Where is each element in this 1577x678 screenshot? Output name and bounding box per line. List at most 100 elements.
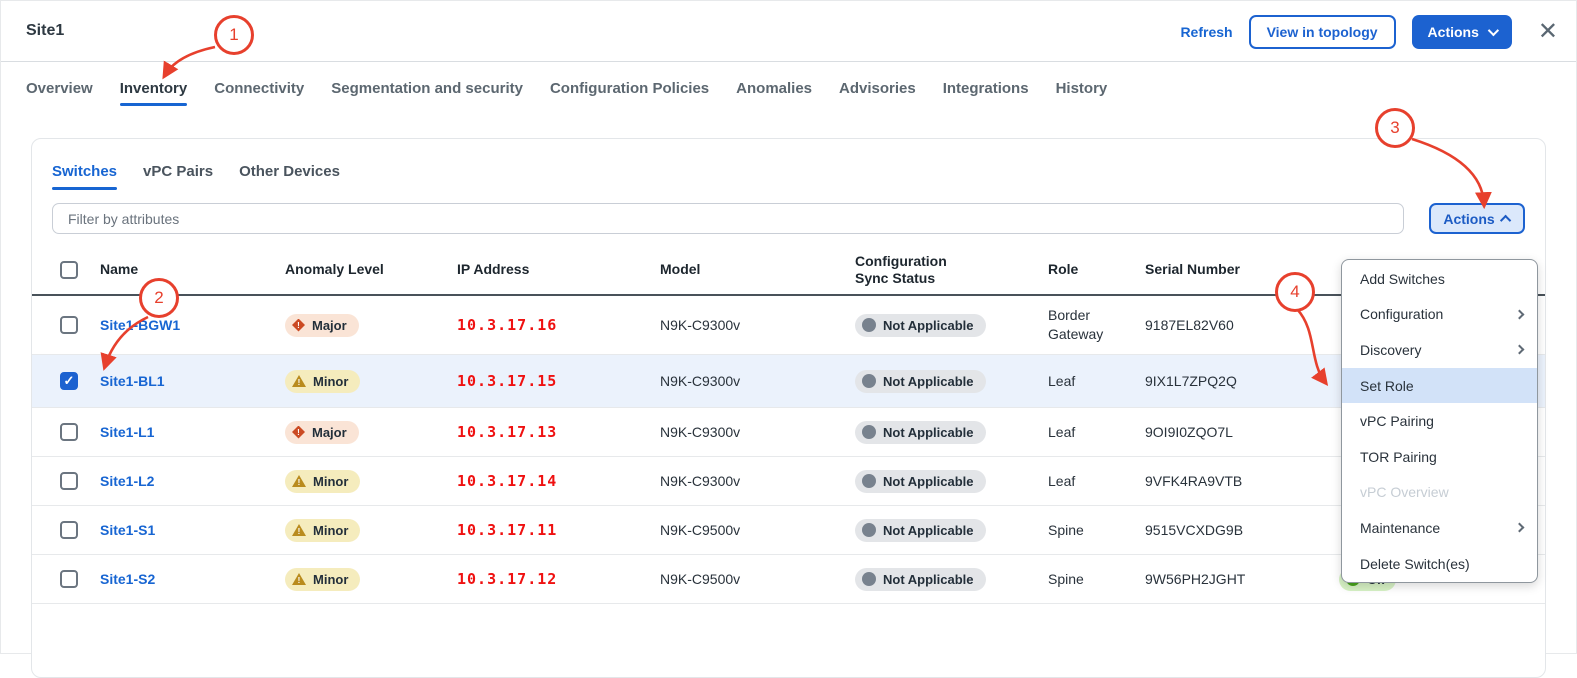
subtab-bar: Switches vPC Pairs Other Devices — [32, 139, 1545, 190]
refresh-link[interactable]: Refresh — [1180, 24, 1232, 40]
table-row[interactable]: Site1-BGW1 !Major 10.3.17.16 N9K-C9300v … — [32, 296, 1545, 355]
row-checkbox[interactable] — [60, 423, 78, 441]
view-in-topology-button[interactable]: View in topology — [1249, 15, 1396, 49]
tab-inventory[interactable]: Inventory — [120, 66, 188, 111]
table-toolbar: Actions — [52, 203, 1525, 234]
column-header-config-sync-status[interactable]: Configuration Sync Status — [855, 253, 995, 288]
role: Border Gateway — [1048, 306, 1145, 344]
gray-dot-icon — [862, 523, 876, 537]
role: Leaf — [1048, 472, 1145, 491]
tab-advisories[interactable]: Advisories — [839, 66, 916, 111]
sync-status-badge: Not Applicable — [855, 470, 986, 493]
column-header-anomaly-level[interactable]: Anomaly Level — [285, 261, 457, 279]
sync-status-badge: Not Applicable — [855, 370, 986, 393]
major-anomaly-icon: ! — [292, 426, 305, 439]
column-header-name[interactable]: Name — [100, 261, 285, 279]
major-anomaly-icon: ! — [292, 319, 305, 332]
role: Leaf — [1048, 423, 1145, 442]
callout-circle-3: 3 — [1375, 108, 1415, 148]
minor-anomaly-icon: ! — [292, 375, 306, 388]
switch-name-link[interactable]: Site1-S2 — [100, 571, 285, 587]
switch-name-link[interactable]: Site1-S1 — [100, 522, 285, 538]
gray-dot-icon — [862, 318, 876, 332]
model: N9K-C9300v — [660, 473, 855, 489]
tab-configuration-policies[interactable]: Configuration Policies — [550, 66, 709, 111]
submenu-chevron-icon — [1515, 523, 1525, 533]
model: N9K-C9500v — [660, 522, 855, 538]
subtab-other-devices[interactable]: Other Devices — [239, 163, 340, 190]
close-icon[interactable]: ✕ — [1538, 17, 1558, 46]
switch-name-link[interactable]: Site1-L1 — [100, 424, 285, 440]
menu-item-tor-pairing[interactable]: TOR Pairing — [1342, 439, 1537, 475]
table-row[interactable]: Site1-L2 !Minor 10.3.17.14 N9K-C9300v No… — [32, 457, 1545, 506]
table-actions-label: Actions — [1443, 211, 1494, 227]
model: N9K-C9300v — [660, 424, 855, 440]
gray-dot-icon — [862, 374, 876, 388]
callout-circle-4: 4 — [1275, 272, 1315, 312]
submenu-chevron-icon — [1515, 309, 1525, 319]
row-checkbox[interactable] — [60, 521, 78, 539]
column-header-serial-number[interactable]: Serial Number — [1145, 261, 1339, 279]
switch-name-link[interactable]: Site1-L2 — [100, 473, 285, 489]
table-row[interactable]: Site1-S2 !Minor 10.3.17.12 N9K-C9500v No… — [32, 555, 1545, 604]
column-header-role[interactable]: Role — [1048, 261, 1145, 279]
subtab-vpc-pairs[interactable]: vPC Pairs — [143, 163, 213, 190]
gray-dot-icon — [862, 474, 876, 488]
menu-item-configuration[interactable]: Configuration — [1342, 297, 1537, 333]
ip-address: 10.3.17.13 — [457, 423, 660, 441]
sync-status-badge: Not Applicable — [855, 314, 986, 337]
model: N9K-C9500v — [660, 571, 855, 587]
subtab-switches[interactable]: Switches — [52, 163, 117, 190]
sync-status-badge: Not Applicable — [855, 421, 986, 444]
callout-circle-1: 1 — [214, 15, 254, 55]
menu-item-set-role[interactable]: Set Role — [1342, 368, 1537, 404]
menu-item-add-switches[interactable]: Add Switches — [1342, 261, 1537, 297]
anomaly-badge: !Major — [285, 421, 359, 444]
switch-name-link[interactable]: Site1-BGW1 — [100, 317, 285, 333]
tab-history[interactable]: History — [1056, 66, 1108, 111]
anomaly-badge: !Minor — [285, 568, 360, 591]
role: Spine — [1048, 570, 1145, 589]
tab-overview[interactable]: Overview — [26, 66, 93, 111]
role: Spine — [1048, 521, 1145, 540]
inventory-card: Switches vPC Pairs Other Devices Actions… — [31, 138, 1546, 678]
row-checkbox[interactable] — [60, 316, 78, 334]
menu-item-vpc-overview: vPC Overview — [1342, 475, 1537, 511]
tab-bar: Overview Inventory Connectivity Segmenta… — [1, 62, 1576, 114]
model: N9K-C9300v — [660, 317, 855, 333]
select-all-checkbox[interactable] — [60, 261, 78, 279]
serial-number: 9OI9I0ZQO7L — [1145, 424, 1339, 440]
serial-number: 9VFK4RA9VTB — [1145, 473, 1339, 489]
column-header-model[interactable]: Model — [660, 261, 855, 279]
anomaly-badge: !Minor — [285, 470, 360, 493]
row-checkbox[interactable] — [60, 570, 78, 588]
gray-dot-icon — [862, 425, 876, 439]
callout-circle-2: 2 — [139, 278, 179, 318]
menu-item-discovery[interactable]: Discovery — [1342, 332, 1537, 368]
site-detail-modal: { "modal": { "title": "Site1" }, "header… — [0, 0, 1577, 654]
row-checkbox[interactable] — [60, 372, 78, 390]
table-actions-button[interactable]: Actions — [1429, 203, 1525, 234]
row-checkbox[interactable] — [60, 472, 78, 490]
serial-number: 9W56PH2JGHT — [1145, 571, 1339, 587]
table-row[interactable]: Site1-BL1 !Minor 10.3.17.15 N9K-C9300v N… — [32, 355, 1545, 408]
menu-item-vpc-pairing[interactable]: vPC Pairing — [1342, 403, 1537, 439]
column-header-ip-address[interactable]: IP Address — [457, 261, 660, 279]
anomaly-badge: !Major — [285, 314, 359, 337]
switch-name-link[interactable]: Site1-BL1 — [100, 373, 285, 389]
model: N9K-C9300v — [660, 373, 855, 389]
header-actions: Refresh View in topology Actions ✕ — [1180, 1, 1558, 62]
header-actions-button[interactable]: Actions — [1412, 15, 1512, 49]
table-row[interactable]: Site1-S1 !Minor 10.3.17.11 N9K-C9500v No… — [32, 506, 1545, 555]
menu-item-maintenance[interactable]: Maintenance — [1342, 510, 1537, 546]
chevron-up-icon — [1500, 214, 1511, 225]
tab-segmentation-and-security[interactable]: Segmentation and security — [331, 66, 523, 111]
table-row[interactable]: Site1-L1 !Major 10.3.17.13 N9K-C9300v No… — [32, 408, 1545, 457]
tab-anomalies[interactable]: Anomalies — [736, 66, 812, 111]
menu-item-delete-switches[interactable]: Delete Switch(es) — [1342, 546, 1537, 582]
tab-connectivity[interactable]: Connectivity — [214, 66, 304, 111]
filter-input[interactable] — [52, 203, 1404, 234]
chevron-down-icon — [1488, 24, 1499, 35]
minor-anomaly-icon: ! — [292, 475, 306, 488]
tab-integrations[interactable]: Integrations — [943, 66, 1029, 111]
